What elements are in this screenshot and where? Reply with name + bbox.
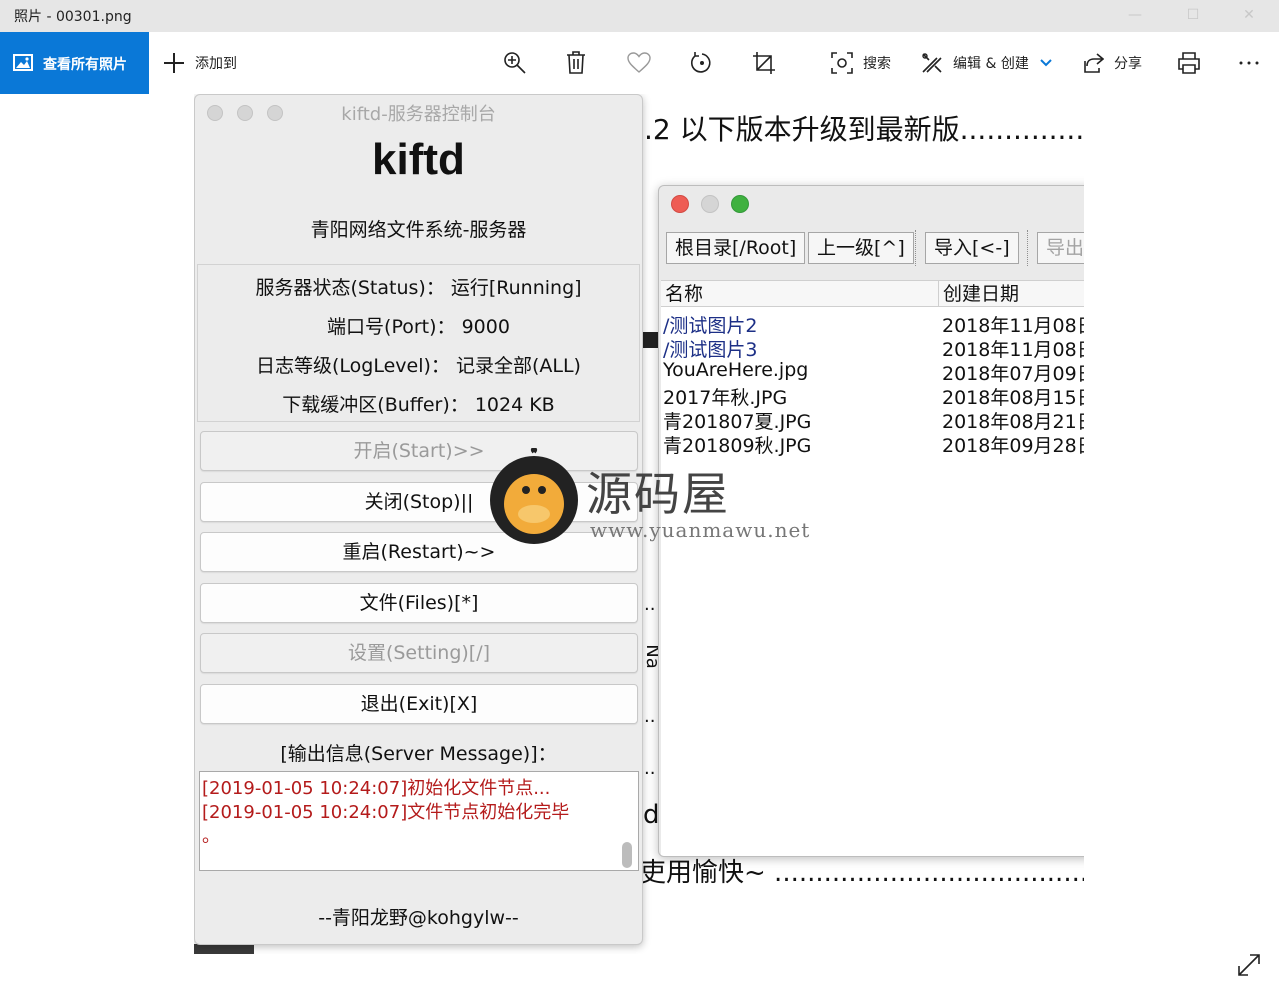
photos-toolbar: 查看所有照片 添加到 搜索 编辑 & 创建 分享 <box>0 32 1279 94</box>
loglevel-line: 日志等级(LogLevel)： 记录全部(ALL) <box>256 355 581 377</box>
more-icon <box>1239 61 1259 65</box>
maximize-button[interactable]: ☐ <box>1170 0 1216 32</box>
favorite-button[interactable] <box>627 32 651 94</box>
server-message-log[interactable]: [2019-01-05 10:24:07]初始化文件节点... [2019-01… <box>199 771 639 871</box>
plus-icon <box>164 53 184 73</box>
crop-icon <box>753 52 775 74</box>
share-icon <box>1084 53 1104 73</box>
log-scrollbar[interactable] <box>622 842 632 868</box>
minimize-button[interactable]: — <box>1112 0 1158 32</box>
file-row-date: 2018年09月28日 <box>942 435 1084 457</box>
edit-create-icon <box>922 53 942 73</box>
share-label: 分享 <box>1114 56 1142 72</box>
log-line: [2019-01-05 10:24:07]文件节点初始化完毕 <box>202 802 570 823</box>
zoom-in-icon <box>504 52 526 74</box>
file-row-date: 2018年07月09日 <box>942 363 1084 385</box>
kiftd-logo: kiftd <box>372 135 465 184</box>
edit-create-button[interactable]: 编辑 & 创建 <box>921 32 1053 94</box>
export-button[interactable]: 导出 <box>1037 232 1084 264</box>
print-button[interactable] <box>1178 32 1200 94</box>
exit-button[interactable]: 退出(Exit)[X] <box>200 684 638 724</box>
print-icon <box>1178 52 1200 74</box>
rotate-icon <box>690 52 711 73</box>
console-window-title: kiftd-服务器控制台 <box>341 104 496 125</box>
close-button[interactable]: ✕ <box>1226 0 1272 32</box>
see-all-photos-button[interactable]: 查看所有照片 <box>0 32 149 94</box>
fb-close-dot[interactable] <box>671 195 689 213</box>
edit-create-label: 编辑 & 创建 <box>953 56 1029 72</box>
app-title-bar: 照片 - 00301.png — ☐ ✕ <box>0 0 1279 32</box>
chevron-down-icon <box>1040 59 1052 67</box>
file-row-name[interactable]: 青201807夏.JPG <box>663 407 811 434</box>
doc-side-dots-1: .. <box>644 594 656 615</box>
setting-button[interactable]: 设置(Setting)[/] <box>200 633 638 673</box>
doc-black-marker <box>643 332 659 348</box>
files-button[interactable]: 文件(Files)[*] <box>200 583 638 623</box>
fb-zoom-dot[interactable] <box>731 195 749 213</box>
heart-icon <box>627 52 651 73</box>
search-button[interactable]: 搜索 <box>831 32 891 94</box>
more-button[interactable] <box>1238 32 1260 94</box>
crop-button[interactable] <box>752 32 776 94</box>
see-all-photos-label: 查看所有照片 <box>43 57 127 73</box>
toolbar-separator <box>915 230 916 266</box>
file-row-name[interactable]: 2017年秋.JPG <box>663 383 787 410</box>
doc-side-dots-2: .. <box>644 706 656 727</box>
fb-minimize-dot[interactable] <box>701 195 719 213</box>
server-message-label: [输出信息(Server Message)]： <box>280 743 557 765</box>
watermark-monkey-icon <box>490 448 578 544</box>
server-subtitle: 青阳网络文件系统-服务器 <box>310 219 527 241</box>
log-line: 。 <box>202 826 220 847</box>
watermark-url: www.yuanmawu.net <box>590 518 811 542</box>
doc-side-dots-3: .. <box>644 758 656 779</box>
port-line: 端口号(Port)： 9000 <box>327 316 510 338</box>
import-button[interactable]: 导入[<-] <box>925 232 1019 264</box>
file-row-name[interactable]: 青201809秋.JPG <box>663 431 811 458</box>
file-row-date: 2018年11月08日 <box>942 315 1084 337</box>
file-row-date: 2018年08月21日 <box>942 411 1084 433</box>
file-list-table: 名称 创建日期 /测试图片2 2018年11月08日/测试图片3 2018年11月0… <box>661 280 1084 856</box>
column-header-date[interactable]: 创建日期 <box>939 281 1084 307</box>
add-to-label: 添加到 <box>195 56 237 72</box>
zoom-button[interactable] <box>503 32 527 94</box>
rotate-button[interactable] <box>690 32 714 94</box>
file-row-date: 2018年11月08日 <box>942 339 1084 361</box>
search-icon <box>831 52 853 74</box>
photo-viewer-image: .2 以下版本升级到最新版................. .. Nā .. … <box>194 94 1084 954</box>
window-title: 照片 - 00301.png <box>14 9 132 25</box>
file-row-name[interactable]: YouAreHere.jpg <box>663 359 808 381</box>
doc-text-bottom: 吏用愉快~ ..................................… <box>640 858 1084 888</box>
file-row-name[interactable]: /测试图片2 <box>663 311 758 338</box>
doc-text-top: .2 以下版本升级到最新版................. <box>644 113 1084 146</box>
watermark-brand: 源码屋 <box>586 467 730 521</box>
doc-background-strip <box>194 944 254 954</box>
buffer-line: 下载缓冲区(Buffer)： 1024 KB <box>282 394 555 416</box>
delete-button[interactable] <box>566 32 586 94</box>
toolbar-separator <box>1027 230 1028 266</box>
file-row-date: 2018年08月15日 <box>942 387 1084 409</box>
delete-icon <box>567 51 585 74</box>
author-signature: --青阳龙野@kohgylw-- <box>318 907 519 929</box>
expand-icon[interactable] <box>1236 952 1262 978</box>
log-line: [2019-01-05 10:24:07]初始化文件节点... <box>202 778 551 799</box>
search-label: 搜索 <box>863 56 891 72</box>
image-icon <box>13 54 33 71</box>
file-row-name[interactable]: /测试图片3 <box>663 335 758 362</box>
up-level-button[interactable]: 上一级[^] <box>808 232 914 264</box>
server-status-panel: 服务器状态(Status)： 运行[Running] 端口号(Port)： 90… <box>197 264 640 422</box>
column-header-name[interactable]: 名称 <box>661 281 939 307</box>
root-button[interactable]: 根目录[/Root] <box>666 232 806 264</box>
add-to-button[interactable]: 添加到 <box>163 32 237 94</box>
status-line: 服务器状态(Status)： 运行[Running] <box>255 277 582 299</box>
share-button[interactable]: 分享 <box>1082 32 1142 94</box>
